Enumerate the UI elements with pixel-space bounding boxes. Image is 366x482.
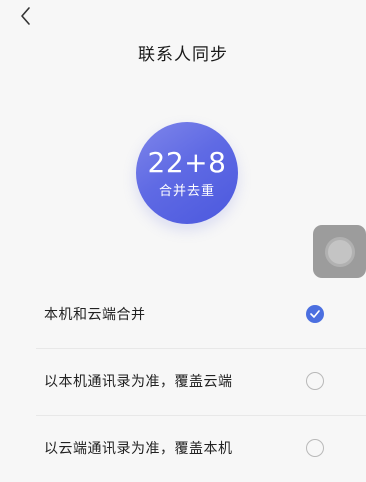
option-cloud-overwrite-local[interactable]: 以云端通讯录为准，覆盖本机 [36, 416, 366, 482]
merge-summary-circle: 22+8 合并去重 [136, 122, 238, 224]
assistive-touch-icon [324, 236, 355, 267]
radio-checked-icon[interactable] [306, 305, 324, 323]
back-button[interactable] [14, 4, 38, 28]
option-merge[interactable]: 本机和云端合并 [36, 282, 366, 349]
assistive-touch-button[interactable] [313, 225, 366, 278]
merge-caption: 合并去重 [158, 184, 215, 199]
page-title: 联系人同步 [138, 45, 228, 65]
option-label: 本机和云端合并 [44, 307, 146, 323]
option-label: 以本机通讯录为准，覆盖云端 [44, 374, 233, 390]
option-local-overwrite-cloud[interactable]: 以本机通讯录为准，覆盖云端 [36, 349, 366, 416]
chevron-left-icon [21, 7, 30, 25]
radio-unchecked-icon[interactable] [306, 372, 324, 390]
radio-unchecked-icon[interactable] [306, 439, 324, 457]
contact-count: 22+8 [147, 146, 227, 179]
sync-options-list: 本机和云端合并 以本机通讯录为准，覆盖云端 以云端通讯录为准，覆盖本机 [0, 282, 366, 482]
option-label: 以云端通讯录为准，覆盖本机 [44, 441, 233, 457]
